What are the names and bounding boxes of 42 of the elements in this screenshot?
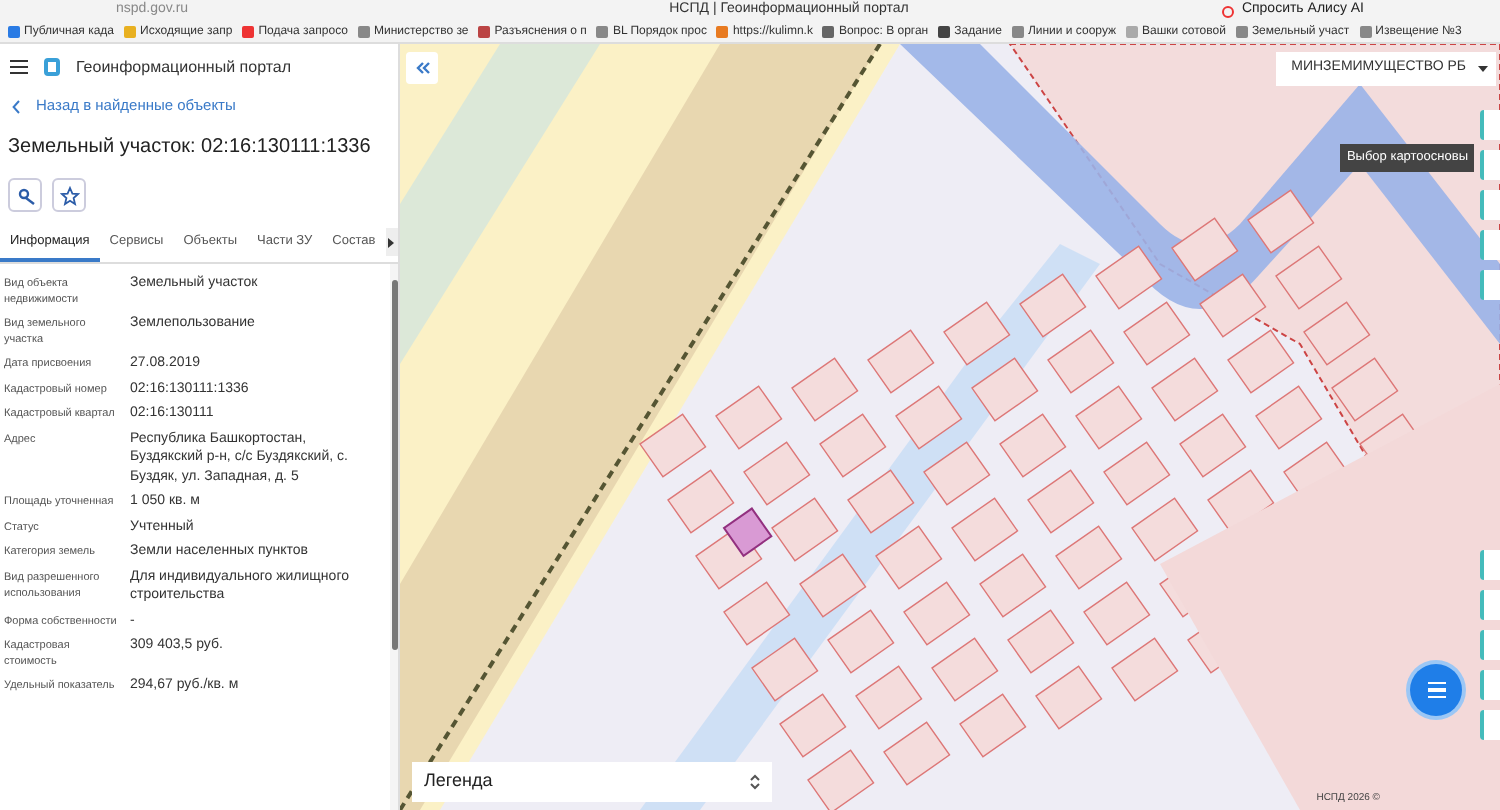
star-icon [59,185,79,205]
collapse-button[interactable] [406,52,438,84]
sort-icon [750,774,760,790]
map-tool-button[interactable] [1480,150,1500,180]
favicon-icon [478,26,491,38]
tabs-next-button[interactable] [385,228,398,256]
chat-button[interactable] [1410,664,1462,716]
ring-icon [1221,5,1234,17]
map-tool-button[interactable] [1480,670,1500,700]
favicon-icon [357,26,370,38]
map-tool-button[interactable] [1480,710,1500,740]
map-tool-button[interactable] [1480,270,1500,300]
favicon-icon [716,26,729,38]
app-title: Геоинформационный портал [76,55,292,79]
caret-icon [1478,66,1488,72]
double-chevron-left-icon [415,62,429,74]
map-tool-button[interactable] [1480,230,1500,260]
logo-icon [44,58,60,76]
favorite-button[interactable] [52,178,86,212]
legend-dropdown[interactable]: Легенда [412,762,772,802]
favicon-icon [124,26,137,38]
favicon-icon [242,26,255,38]
scrollbar[interactable] [390,264,398,810]
favicon-icon [1126,26,1139,38]
menu-icon[interactable] [10,60,28,74]
favicon-icon [1235,26,1248,38]
map-tool-button[interactable] [1480,590,1500,620]
favicon-icon [822,26,835,38]
chevron-right-icon [388,237,395,247]
favicon-icon [938,26,951,38]
back-icon [12,99,20,113]
favicon-icon [8,26,20,38]
object-heading: Земельный участок: 02:16:130111:1336 [6,134,373,162]
map-tool-button[interactable] [1480,630,1500,660]
favicon-icon [1011,26,1024,38]
map-tool-button[interactable] [1480,190,1500,220]
map-tool-button[interactable] [1480,110,1500,140]
legend-label: Легенда [424,768,493,795]
favicon-icon [1359,26,1372,38]
locate-button[interactable] [8,178,42,212]
map-tool-button[interactable] [1480,550,1500,580]
favicon-icon [596,26,609,38]
